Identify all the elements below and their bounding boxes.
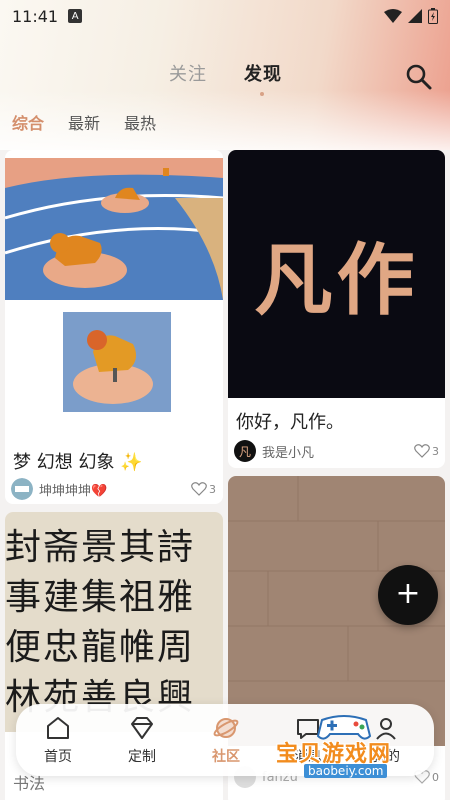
- nav-label: 定制: [128, 749, 156, 765]
- post-image-playground: [5, 158, 223, 300]
- post-title: 你好，凡作。: [236, 412, 344, 433]
- nav-label: 社区: [212, 749, 240, 765]
- heart-icon: [414, 444, 430, 458]
- like-count: 0: [432, 770, 439, 784]
- post-author[interactable]: 坤坤坤坤💔: [39, 480, 107, 499]
- plus-icon: +: [395, 575, 421, 611]
- post-image-rocking-horse: [63, 312, 171, 412]
- post-title: 梦 幻想 幻象 ✨: [13, 452, 143, 473]
- battery-icon: [428, 8, 438, 24]
- post-meta: 凡 我是小凡 3: [234, 440, 439, 462]
- nav-label: 首页: [44, 749, 72, 765]
- nav-item-community[interactable]: 社区: [196, 714, 256, 766]
- tab-discover[interactable]: 发现: [244, 60, 282, 86]
- like-count: 3: [209, 482, 216, 496]
- search-button[interactable]: [404, 62, 434, 92]
- post-image-calligraphy: 封斋景其詩 事建集祖雅 便忠龍帷周 林苑善良興: [5, 512, 223, 732]
- post-image-logo: 凡作: [228, 150, 445, 398]
- sub-tab-latest[interactable]: 最新: [68, 110, 100, 134]
- like-button[interactable]: 3: [191, 482, 216, 496]
- create-post-button[interactable]: +: [378, 565, 438, 625]
- top-tabs: 关注 发现: [0, 60, 450, 96]
- wifi-icon: [384, 9, 402, 23]
- post-card[interactable]: 梦 幻想 幻象 ✨ 坤坤坤坤💔 3: [5, 150, 223, 504]
- like-button[interactable]: 3: [414, 444, 439, 458]
- post-card[interactable]: 凡作 你好，凡作。 凡 我是小凡 3: [228, 150, 445, 468]
- watermark: 宝贝游戏网 baobeiy.com: [268, 712, 428, 782]
- status-time: 11:41: [12, 6, 59, 26]
- search-icon: [406, 64, 432, 90]
- planet-icon: [213, 718, 239, 738]
- avatar[interactable]: 凡: [234, 440, 256, 462]
- status-icons: [384, 8, 438, 24]
- avatar[interactable]: [11, 478, 33, 500]
- notification-a-icon: A: [68, 9, 83, 23]
- sub-tab-comprehensive[interactable]: 综合: [12, 110, 44, 134]
- calligraphy-line: 封斋景其詩: [5, 527, 196, 568]
- calligraphy-line: 事建集祖雅: [5, 577, 196, 618]
- sub-tabs: 综合 最新 最热: [12, 110, 156, 134]
- post-meta: 坤坤坤坤💔 3: [11, 478, 216, 500]
- status-bar: 11:41 A: [0, 0, 450, 32]
- home-icon: [47, 717, 69, 739]
- like-count: 3: [432, 444, 439, 458]
- active-tab-indicator: [260, 92, 264, 96]
- sub-tab-hottest[interactable]: 最热: [124, 110, 156, 134]
- nav-item-custom[interactable]: 定制: [112, 714, 172, 766]
- calligraphy-line: 便忠龍帷周: [5, 627, 196, 668]
- logo-text: 凡作: [254, 236, 419, 326]
- tab-follow[interactable]: 关注: [169, 60, 207, 86]
- avatar-text: 凡: [238, 444, 251, 459]
- watermark-url: baobeiy.com: [304, 764, 388, 778]
- diamond-icon: [131, 717, 153, 739]
- post-author[interactable]: 我是小凡: [262, 442, 314, 461]
- signal-icon: [408, 9, 422, 23]
- heart-icon: [191, 482, 207, 496]
- nav-item-home[interactable]: 首页: [28, 714, 88, 766]
